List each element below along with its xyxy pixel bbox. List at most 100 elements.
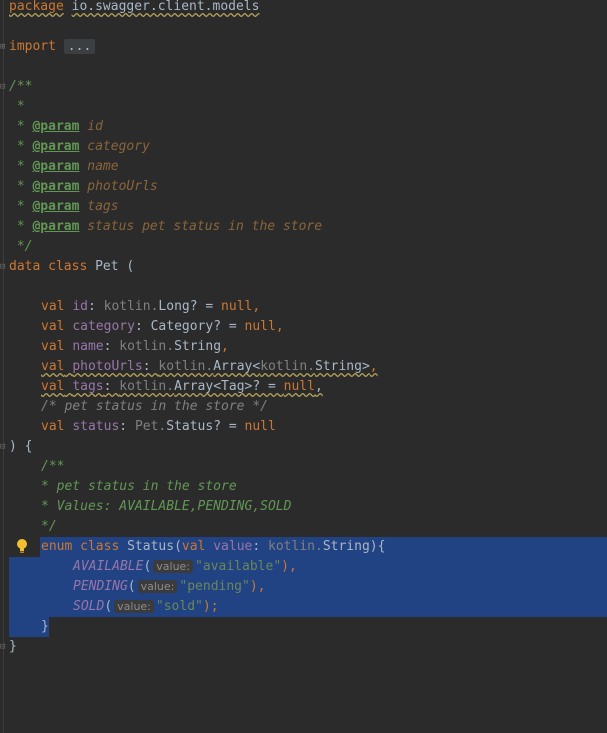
null-keyword: null	[244, 319, 276, 334]
comma: ,	[314, 379, 323, 394]
code-line[interactable]: */	[0, 517, 607, 537]
param-hint: value:	[153, 560, 194, 573]
field-name: status	[72, 419, 120, 434]
code-line[interactable]: SOLD(value: "sold");	[0, 597, 607, 617]
type-prefix: Pet.	[134, 419, 167, 434]
code-line[interactable]: *	[0, 97, 607, 117]
code-line[interactable]: * @param status pet status in the store	[0, 217, 607, 237]
enum-value: SOLD	[73, 599, 105, 614]
param-name: status	[87, 219, 135, 234]
code-line[interactable]: val tags: kotlin.Array<Tag>? = null,	[0, 377, 607, 397]
code-line[interactable]: PENDING(value: "pending"),	[0, 577, 607, 597]
type-name: Array<	[213, 359, 261, 374]
fold-end-icon[interactable]: ⊟	[0, 643, 7, 652]
fold-minus-icon[interactable]: ⊟	[0, 83, 7, 92]
field-name: name	[72, 339, 104, 354]
doc-close: */	[41, 519, 57, 534]
enum-value-end: ),	[249, 579, 266, 594]
param-name: id	[87, 119, 103, 134]
type-prefix: kotlin.	[119, 379, 175, 394]
type-prefix: kotlin.	[268, 539, 323, 554]
val-keyword: val	[41, 379, 65, 394]
enum-keyword: enum class	[41, 539, 120, 554]
fold-minus-icon[interactable]: ⊟	[0, 443, 7, 452]
type-name: Category? =	[150, 319, 245, 334]
code-line[interactable]: */	[0, 237, 607, 257]
code-line[interactable]: * pet status in the store	[0, 477, 607, 497]
val-keyword: val	[41, 419, 65, 434]
doc-star: *	[9, 99, 25, 114]
code-line[interactable]: }	[0, 617, 607, 637]
package-name: io.swagger.client.models	[71, 0, 260, 14]
code-line[interactable]: /* pet status in the store */	[0, 397, 607, 417]
enum-close-brace: }	[41, 619, 49, 634]
comma: ,	[275, 319, 284, 334]
string-literal: "pending"	[179, 579, 250, 594]
null-keyword: null	[244, 419, 276, 434]
code-line[interactable]: ⊟ data class Pet (	[0, 257, 607, 277]
enum-value-end: ),	[281, 559, 297, 574]
type-prefix: kotlin.	[119, 339, 175, 354]
code-line[interactable]: * @param name	[0, 157, 607, 177]
fold-plus-icon[interactable]: ⊞	[0, 43, 7, 52]
enum-value: AVAILABLE	[73, 559, 144, 574]
doc-star: *	[9, 119, 33, 134]
doc-close: */	[9, 239, 33, 254]
type-name: Array<Tag>? =	[174, 379, 284, 394]
code-line[interactable]: val photoUrls: kotlin.Array<kotlin.Strin…	[0, 357, 607, 377]
block-comment: /* pet status in the store */	[41, 399, 268, 414]
code-line[interactable]: enum class Status(val value: kotlin.Stri…	[0, 537, 607, 557]
param-name: category	[87, 139, 150, 154]
val-keyword: val	[41, 339, 65, 354]
comma: ,	[252, 299, 261, 314]
doc-star: *	[9, 219, 33, 234]
class-name: Pet (	[87, 259, 135, 274]
code-line[interactable]: * @param tags	[0, 197, 607, 217]
code-line[interactable]: val name: kotlin.String,	[0, 337, 607, 357]
import-fold[interactable]: ...	[63, 39, 96, 54]
param-name: name	[87, 159, 119, 174]
fold-minus-icon[interactable]: ⊟	[0, 263, 7, 272]
param-tag: @param	[32, 119, 80, 134]
doc-open: /**	[9, 79, 33, 94]
param-hint: value:	[114, 600, 154, 613]
code-line[interactable]: val category: Category? = null,	[0, 317, 607, 337]
string-literal: "available"	[195, 559, 282, 574]
code-line[interactable]: ⊟ }	[0, 637, 607, 657]
code-line[interactable]: val id: kotlin.Long? = null,	[0, 297, 607, 317]
code-line[interactable]: ⊟ ) {	[0, 437, 607, 457]
code-line[interactable]: /**	[0, 457, 607, 477]
code-line[interactable]: * @param category	[0, 137, 607, 157]
comma: ,	[221, 339, 229, 354]
param-name: value	[213, 539, 253, 554]
doc-star: *	[9, 159, 33, 174]
param-tag: @param	[32, 199, 80, 214]
field-name: id	[72, 299, 88, 314]
enum-name: Status(	[119, 539, 182, 554]
param-tag: @param	[32, 219, 80, 234]
code-line[interactable]: val status: Pet.Status? = null	[0, 417, 607, 437]
field-name: tags	[72, 379, 104, 394]
doc-star: *	[9, 199, 33, 214]
code-line[interactable]: AVAILABLE(value: "available"),	[0, 557, 607, 577]
doc-line: * pet status in the store	[41, 479, 237, 494]
param-description: pet status in the store	[134, 219, 323, 234]
param-tag: @param	[32, 139, 80, 154]
param-tag: @param	[32, 179, 80, 194]
code-line[interactable]: * @param photoUrls	[0, 177, 607, 197]
code-line[interactable]: * @param id	[0, 117, 607, 137]
enum-value: PENDING	[73, 579, 128, 594]
doc-star: *	[9, 179, 33, 194]
param-tag: @param	[32, 159, 80, 174]
val-keyword: val	[41, 319, 65, 334]
class-close-brace: }	[9, 639, 17, 654]
code-line[interactable]: ⊟ /**	[0, 77, 607, 97]
type-name: String	[174, 339, 222, 354]
enum-value-end: );	[202, 599, 219, 614]
null-keyword: null	[283, 379, 315, 394]
code-line[interactable]: package io.swagger.client.models	[0, 0, 607, 17]
code-line[interactable]: * Values: AVAILABLE,PENDING,SOLD	[0, 497, 607, 517]
type-prefix: kotlin.	[260, 359, 315, 374]
type-name: String){	[322, 539, 386, 554]
code-line[interactable]: ⊞ import ...	[0, 37, 607, 57]
